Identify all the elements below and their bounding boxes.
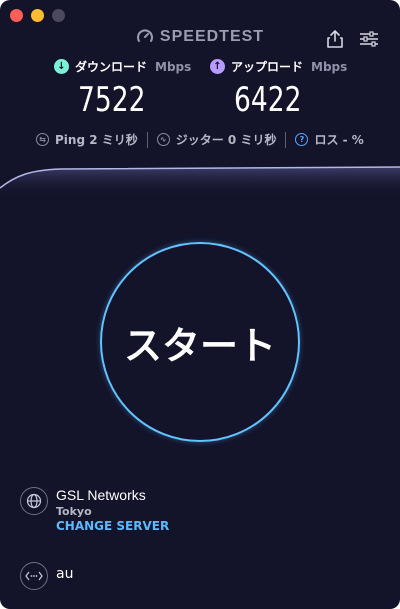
upload-label: アップロード bbox=[231, 60, 304, 74]
ping-text: Ping 2 ミリ秒 bbox=[55, 133, 138, 147]
server-location: Tokyo bbox=[56, 505, 92, 518]
loss-text: ロス - % bbox=[314, 133, 364, 147]
settings-sliders-icon[interactable] bbox=[358, 28, 380, 50]
download-value: 7522 bbox=[78, 80, 146, 120]
upload-value: 6422 bbox=[234, 80, 302, 120]
jitter-text: ジッター 0 ミリ秒 bbox=[175, 133, 277, 147]
arrow-up-circle-icon: ↑ bbox=[210, 59, 225, 74]
zoom-window-button[interactable] bbox=[52, 9, 65, 22]
divider bbox=[285, 131, 287, 148]
connection-icon bbox=[20, 562, 48, 590]
graph-fill bbox=[0, 167, 400, 198]
arrow-down-circle-icon: ↓ bbox=[54, 59, 69, 74]
close-window-button[interactable] bbox=[10, 9, 23, 22]
loss-stat[interactable]: ? ロス - % bbox=[295, 131, 364, 148]
upload-metric: ↑ アップロード Mbps 6422 bbox=[210, 58, 348, 120]
globe-icon bbox=[20, 487, 48, 515]
speed-graph bbox=[0, 166, 400, 198]
change-server-link[interactable]: CHANGE SERVER bbox=[56, 519, 169, 533]
divider bbox=[146, 131, 148, 148]
start-button[interactable]: スタート bbox=[100, 242, 300, 442]
share-icon[interactable] bbox=[324, 28, 346, 50]
download-label: ダウンロード bbox=[75, 60, 148, 74]
start-label: スタート bbox=[123, 323, 276, 368]
download-unit: Mbps bbox=[155, 59, 192, 74]
jitter-icon: ∿ bbox=[156, 133, 170, 146]
minimize-window-button[interactable] bbox=[31, 9, 44, 22]
stats-row: ⇆ Ping 2 ミリ秒 ∿ ジッター 0 ミリ秒 ? ロス - % bbox=[36, 131, 366, 148]
window-controls bbox=[10, 9, 65, 22]
ping-icon: ⇆ bbox=[36, 133, 49, 146]
speedtest-window: SPEEDTEST ↓ ダウンロード Mbps 7522 ↑ アップロード Mb… bbox=[0, 0, 400, 609]
provider-name: au bbox=[56, 566, 74, 582]
server-name: GSL Networks bbox=[56, 487, 146, 503]
upload-unit: Mbps bbox=[311, 59, 348, 74]
help-icon[interactable]: ? bbox=[295, 133, 309, 146]
speedometer-icon bbox=[136, 28, 154, 46]
ping-stat: ⇆ Ping 2 ミリ秒 bbox=[36, 131, 138, 148]
app-title-text: SPEEDTEST bbox=[159, 28, 265, 45]
jitter-stat: ∿ ジッター 0 ミリ秒 bbox=[156, 131, 277, 148]
download-metric: ↓ ダウンロード Mbps 7522 bbox=[54, 58, 192, 120]
